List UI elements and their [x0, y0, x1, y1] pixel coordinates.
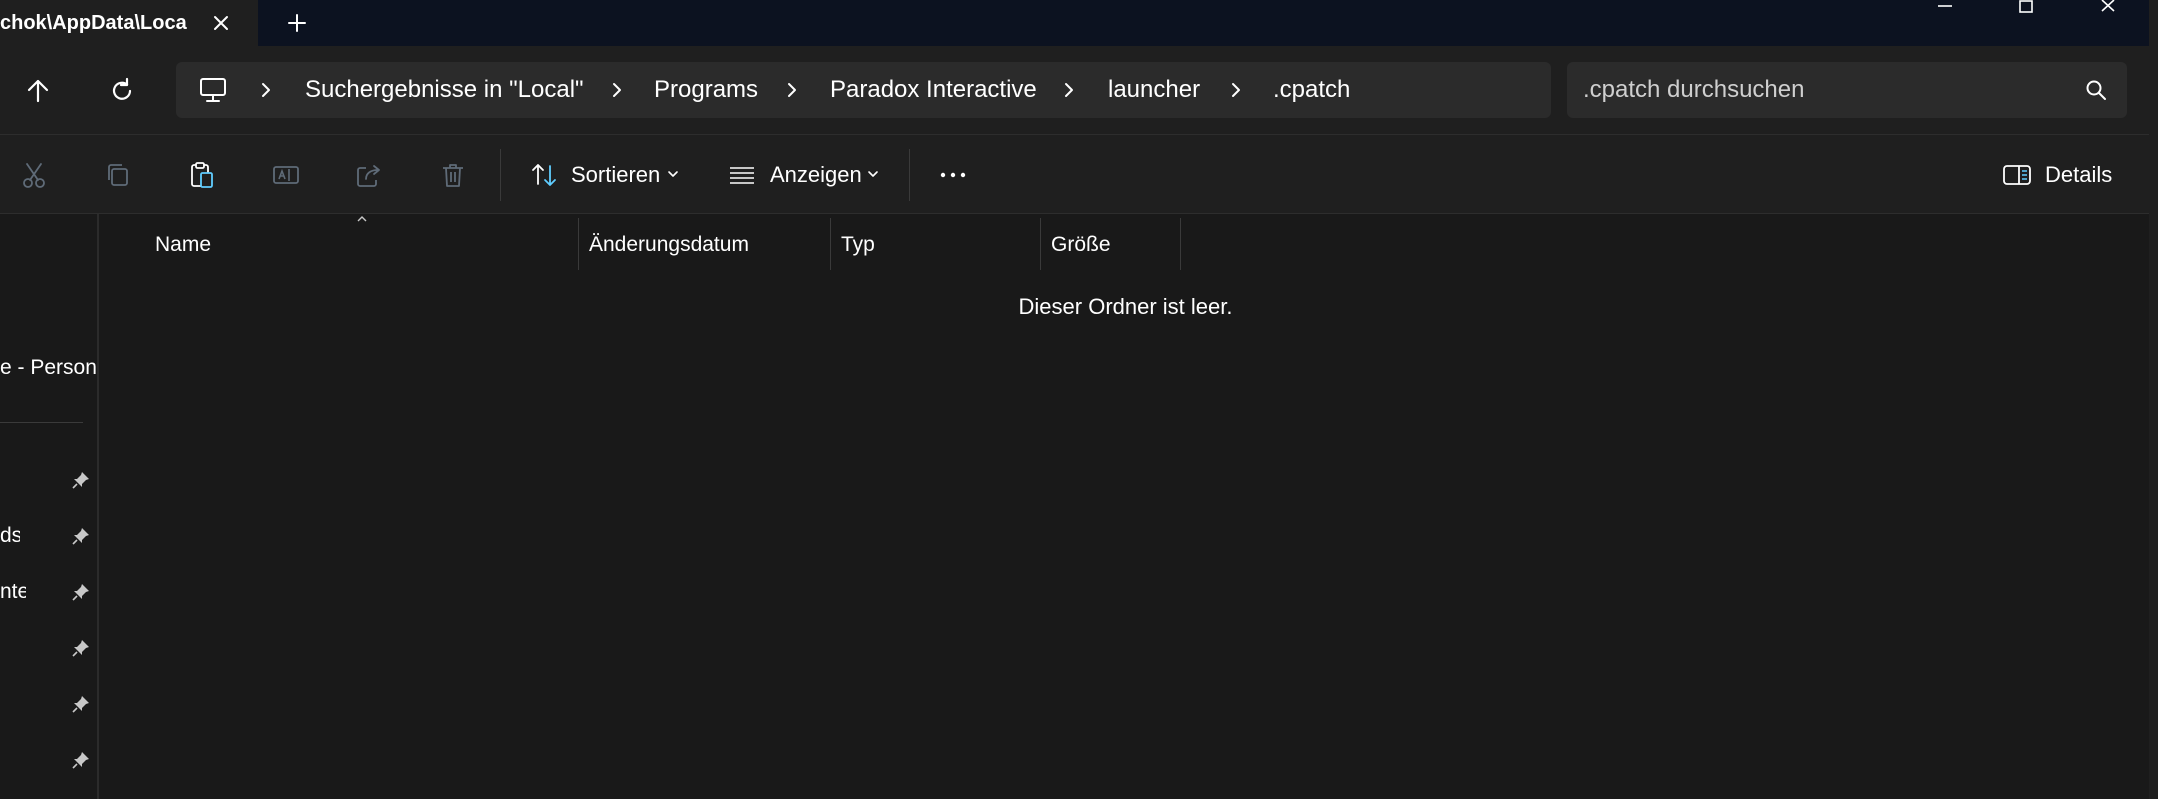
breadcrumb-item-paradox-interactive[interactable]: Paradox Interactive: [830, 62, 1037, 118]
chevron-right-icon[interactable]: [609, 81, 625, 99]
column-separator[interactable]: [830, 218, 831, 270]
breadcrumb-item-search-results[interactable]: Suchergebnisse in "Local": [305, 62, 584, 118]
computer-icon[interactable]: [198, 76, 228, 104]
column-header-name[interactable]: Name: [155, 224, 211, 266]
breadcrumb[interactable]: Suchergebnisse in "Local" Programs Parad…: [176, 62, 1551, 118]
window-close-icon[interactable]: [2083, 0, 2133, 16]
address-bar: Suchergebnisse in "Local" Programs Parad…: [0, 46, 2158, 134]
close-icon[interactable]: [208, 10, 234, 36]
command-bar: Sortieren Anzeigen Details: [0, 134, 2158, 214]
navigation-pane: e - Persona ds nte: [0, 214, 99, 799]
column-header-type[interactable]: Typ: [841, 224, 875, 266]
view-button[interactable]: Anzeigen: [770, 135, 862, 215]
details-pane-icon[interactable]: [2002, 160, 2032, 190]
breadcrumb-item-launcher[interactable]: launcher: [1108, 62, 1200, 118]
breadcrumb-item-programs[interactable]: Programs: [654, 62, 758, 118]
sidebar-item-documents[interactable]: nte: [0, 572, 26, 612]
pin-icon: [71, 750, 91, 770]
copy-icon[interactable]: [103, 160, 133, 190]
chevron-down-icon[interactable]: [866, 169, 880, 179]
sidebar-divider: [0, 422, 83, 423]
chevron-right-icon[interactable]: [1061, 81, 1077, 99]
breadcrumb-item-cpatch[interactable]: .cpatch: [1273, 62, 1350, 118]
paste-icon[interactable]: [186, 160, 216, 190]
sidebar-item-downloads[interactable]: ds: [0, 516, 20, 556]
column-separator[interactable]: [1040, 218, 1041, 270]
view-icon[interactable]: [727, 160, 757, 190]
chevron-down-icon[interactable]: [666, 169, 680, 179]
maximize-icon[interactable]: [2001, 0, 2051, 16]
pin-icon: [71, 582, 91, 602]
arrow-up-icon[interactable]: [23, 76, 53, 106]
chevron-right-icon[interactable]: [1228, 81, 1244, 99]
pin-icon: [71, 694, 91, 714]
cut-icon[interactable]: [19, 160, 49, 190]
title-bar: chok\AppData\Loca: [0, 0, 2158, 46]
column-separator[interactable]: [1180, 218, 1181, 270]
pin-icon: [71, 470, 91, 490]
empty-folder-message: Dieser Ordner ist leer.: [1018, 294, 1233, 319]
window-edge: [2149, 0, 2158, 799]
sidebar-item-onedrive[interactable]: e - Persona: [0, 348, 96, 388]
column-separator[interactable]: [578, 218, 579, 270]
search-input[interactable]: [1583, 62, 2053, 118]
rename-icon[interactable]: [271, 160, 301, 190]
file-list: Name Änderungsdatum Typ Größe Dieser Ord…: [99, 214, 2149, 799]
chevron-right-icon[interactable]: [258, 81, 274, 99]
plus-icon[interactable]: [284, 10, 310, 36]
active-tab[interactable]: chok\AppData\Loca: [0, 0, 258, 46]
sort-ascending-icon: [355, 214, 369, 224]
search-box[interactable]: [1567, 62, 2127, 118]
sort-button[interactable]: Sortieren: [571, 135, 660, 215]
pin-icon: [71, 526, 91, 546]
sort-icon[interactable]: [529, 160, 559, 190]
toolbar-divider: [909, 149, 910, 201]
share-icon[interactable]: [354, 160, 384, 190]
chevron-right-icon[interactable]: [784, 81, 800, 99]
details-button[interactable]: Details: [2045, 135, 2112, 215]
minimize-icon[interactable]: [1920, 0, 1970, 16]
column-header-modified[interactable]: Änderungsdatum: [589, 224, 749, 266]
delete-icon[interactable]: [438, 160, 468, 190]
toolbar-divider: [500, 149, 501, 201]
search-icon[interactable]: [2084, 78, 2108, 102]
tab-title: chok\AppData\Loca: [0, 12, 187, 34]
column-header-size[interactable]: Größe: [1051, 224, 1111, 266]
more-icon[interactable]: [938, 160, 968, 190]
pin-icon: [71, 638, 91, 658]
refresh-icon[interactable]: [107, 76, 137, 106]
